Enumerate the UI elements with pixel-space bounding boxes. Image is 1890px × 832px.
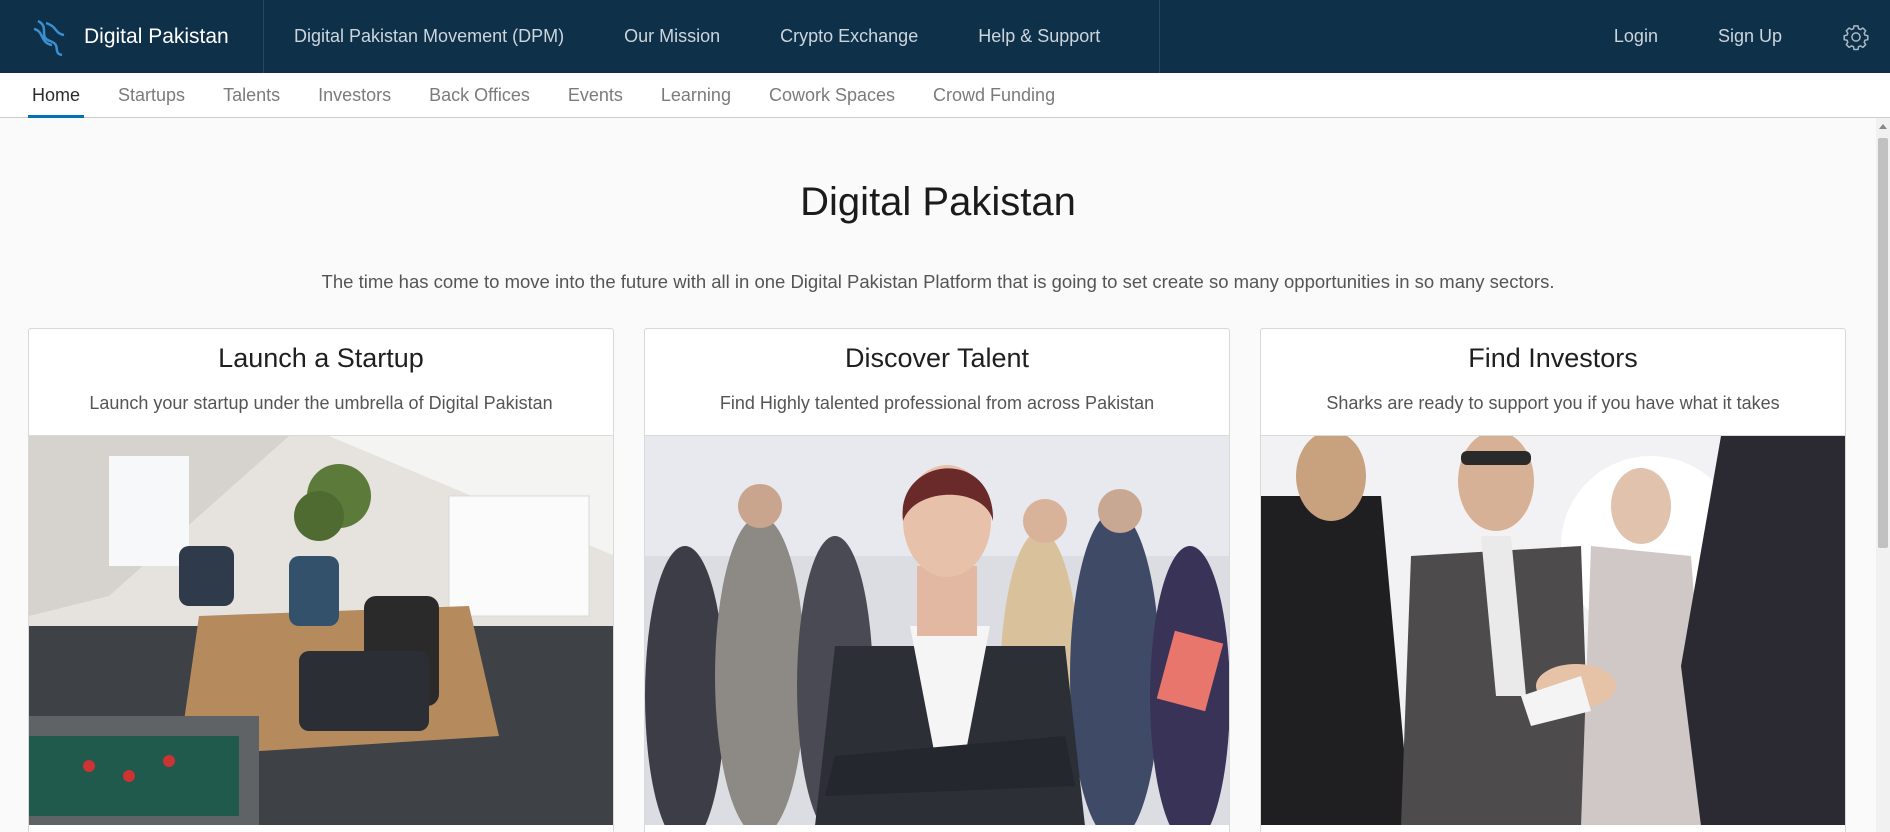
investors-handshake-photo: [1261, 435, 1845, 825]
topnav-our-mission[interactable]: Our Mission: [624, 26, 720, 47]
card-title: Find Investors: [1468, 343, 1638, 373]
tab-investors[interactable]: Investors: [314, 73, 395, 117]
startup-office-photo: [29, 435, 613, 825]
page-subtitle: The time has come to move into the futur…: [321, 271, 1555, 292]
card-discover-talent[interactable]: Discover Talent Find Highly talented pro…: [644, 328, 1230, 832]
page-title: Digital Pakistan: [800, 180, 1076, 224]
card-find-investors[interactable]: Find Investors Sharks are ready to suppo…: [1260, 328, 1846, 832]
card-launch-startup[interactable]: Launch a Startup Launch your startup und…: [28, 328, 614, 832]
card-description: Launch your startup under the umbrella o…: [89, 393, 553, 413]
gear-icon[interactable]: [1842, 23, 1870, 51]
dna-logo-icon: [33, 19, 65, 56]
card-title: Launch a Startup: [218, 343, 424, 373]
account-area: Login Sign Up: [1614, 0, 1890, 73]
section-tabs: Home Startups Talents Investors Back Off…: [0, 73, 1890, 118]
card-title: Discover Talent: [844, 343, 1030, 373]
topnav-help-support[interactable]: Help & Support: [978, 26, 1100, 47]
brand-name: Digital Pakistan: [84, 24, 229, 48]
topnav-dpm[interactable]: Digital Pakistan Movement (DPM): [294, 26, 564, 47]
card-description: Sharks are ready to support you if you h…: [1326, 393, 1780, 413]
tab-home[interactable]: Home: [28, 73, 85, 118]
login-link[interactable]: Login: [1614, 26, 1658, 47]
tab-crowd-funding[interactable]: Crowd Funding: [929, 73, 1059, 117]
tab-talents[interactable]: Talents: [219, 73, 284, 117]
tab-cowork-spaces[interactable]: Cowork Spaces: [765, 73, 899, 117]
tab-startups[interactable]: Startups: [114, 73, 189, 117]
signup-link[interactable]: Sign Up: [1718, 26, 1782, 47]
top-header: Digital Pakistan Digital Pakistan Moveme…: [0, 0, 1890, 73]
topnav-crypto-exchange[interactable]: Crypto Exchange: [780, 26, 918, 47]
scrollbar-thumb[interactable]: [1878, 138, 1888, 548]
page-scrollbar[interactable]: [1876, 118, 1890, 832]
tab-back-offices[interactable]: Back Offices: [425, 73, 534, 117]
scroll-up-arrow-icon[interactable]: [1879, 124, 1887, 129]
talent-team-photo: [645, 435, 1229, 825]
tab-events[interactable]: Events: [564, 73, 627, 117]
card-description: Find Highly talented professional from a…: [719, 393, 1155, 413]
tab-learning[interactable]: Learning: [657, 73, 735, 117]
top-nav: Digital Pakistan Movement (DPM) Our Miss…: [264, 0, 1160, 73]
brand-link[interactable]: Digital Pakistan: [0, 0, 264, 73]
